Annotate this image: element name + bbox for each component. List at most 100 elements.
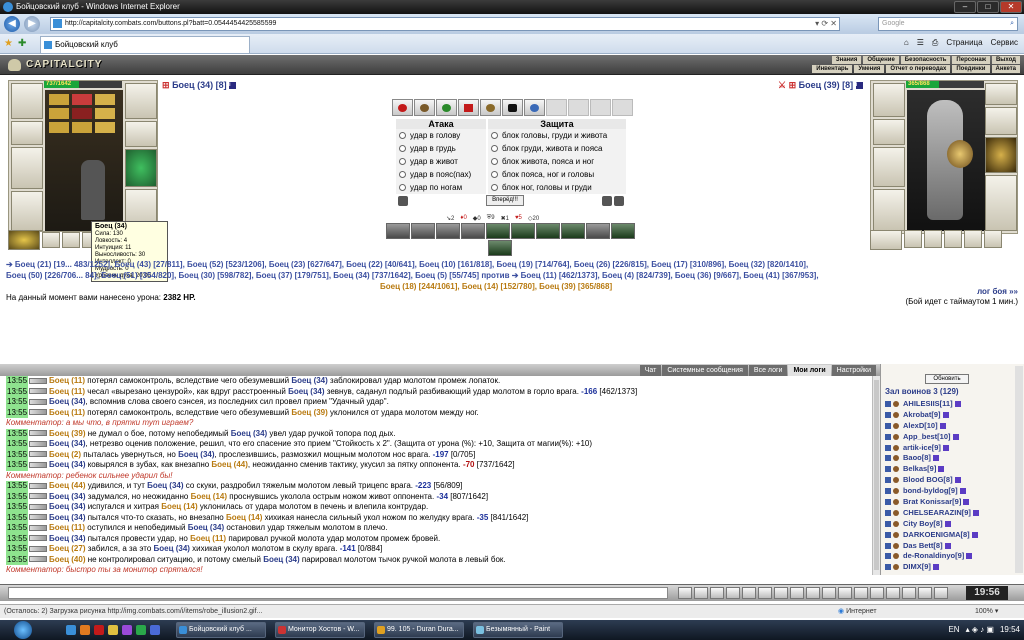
trick-slot[interactable]	[488, 240, 512, 256]
user-name[interactable]: Belkas[9]	[903, 464, 936, 473]
user-name[interactable]: CHELSEARAZIN[9]	[903, 508, 971, 517]
left-arrow-icon[interactable]	[398, 196, 408, 206]
quick-slot[interactable]	[904, 230, 922, 248]
belt-slot[interactable]	[870, 230, 902, 250]
tools-menu[interactable]: Сервис	[991, 38, 1018, 48]
url-actions[interactable]: ▾ ⟳ ✕	[815, 18, 837, 30]
tab-chat[interactable]: Чат	[639, 365, 662, 376]
fighter-link[interactable]: Боец (34)	[49, 397, 85, 406]
task-host-monitor[interactable]: Монитор Хостов - W...	[275, 622, 365, 638]
chat-input[interactable]	[8, 587, 668, 599]
tab-settings[interactable]: Настройки	[831, 365, 876, 376]
feeds-icon[interactable]: ☰	[917, 38, 924, 48]
search-field[interactable]: Google ⌕	[878, 17, 1018, 31]
fighter-link[interactable]: Боец (39)	[291, 408, 327, 417]
private-chat-icon[interactable]	[885, 422, 891, 429]
print-icon[interactable]: ⎙	[932, 38, 938, 48]
friends-icon[interactable]	[774, 587, 788, 599]
fighter-link[interactable]: Боец (34)	[49, 534, 85, 543]
fighter-link[interactable]: Боец (14)	[191, 492, 227, 501]
swap-weapon-button[interactable]	[414, 99, 435, 116]
info-icon[interactable]	[952, 433, 959, 440]
user-name[interactable]: Blood BOG[8]	[903, 475, 953, 484]
lock-icon[interactable]	[918, 587, 932, 599]
scroll-icon[interactable]	[822, 587, 836, 599]
fighter-link[interactable]: Боец (34)	[49, 502, 85, 511]
private-chat-icon[interactable]	[885, 401, 891, 407]
user-name[interactable]: DARKOENIGMA[8]	[903, 530, 970, 539]
user-name[interactable]: DIMX[9]	[903, 562, 931, 571]
private-chat-icon[interactable]	[885, 411, 891, 418]
menu-character[interactable]: Персонаж	[952, 56, 990, 64]
task-paint[interactable]: Безымянный - Paint	[473, 622, 563, 638]
menu-inventory[interactable]: Инвентарь	[812, 65, 853, 73]
fighter-link[interactable]: Боец (11)	[49, 408, 85, 417]
users-scrollbar[interactable]	[1015, 366, 1023, 573]
browser-tab[interactable]: Бойцовский клуб	[40, 36, 250, 53]
private-chat-icon[interactable]	[885, 466, 891, 473]
quick-slot[interactable]	[62, 232, 80, 248]
trick-slot[interactable]	[536, 223, 560, 239]
cancel-target-button[interactable]	[458, 99, 479, 116]
trick-slot[interactable]	[486, 223, 510, 239]
private-chat-icon[interactable]	[885, 553, 891, 560]
private-chat-icon[interactable]	[885, 499, 891, 506]
back-button[interactable]: ◀	[4, 16, 20, 32]
fighter-link[interactable]: Боец (34)	[49, 439, 85, 448]
fighter-link[interactable]: Боец (39)	[49, 429, 85, 438]
look-button[interactable]	[524, 99, 545, 116]
weapon-slot[interactable]	[873, 147, 905, 187]
empty-button[interactable]	[612, 99, 633, 116]
earrings-slot[interactable]	[985, 83, 1017, 105]
heart-button[interactable]	[392, 99, 413, 116]
info-icon[interactable]	[963, 499, 970, 506]
fighter-link[interactable]: Боец (34)	[231, 429, 267, 438]
info-icon[interactable]	[938, 466, 945, 473]
opera-icon[interactable]	[94, 625, 104, 635]
user-list-item[interactable]: Akrobat[9]	[885, 410, 1015, 421]
fighter-link[interactable]: Боец (34)	[178, 450, 214, 459]
user-list-item[interactable]: AHILESIIS[11]	[885, 399, 1015, 410]
home-icon[interactable]: ⌂	[904, 38, 909, 48]
info-icon[interactable]	[971, 531, 978, 538]
folder-icon[interactable]	[108, 625, 118, 635]
sunglasses-button[interactable]	[502, 99, 523, 116]
attack-stomach[interactable]: удар в живот	[396, 155, 486, 168]
trick-slot[interactable]	[411, 223, 435, 239]
bracers-slot[interactable]	[873, 119, 905, 145]
private-chat-icon[interactable]	[885, 531, 891, 538]
user-name[interactable]: artik-ice[9]	[903, 443, 941, 452]
battle-log-link[interactable]: лог боя »»	[977, 287, 1018, 296]
private-chat-icon[interactable]	[885, 477, 891, 484]
close-button[interactable]: ✕	[1000, 1, 1022, 13]
helmet-slot[interactable]	[873, 83, 905, 117]
info-icon[interactable]	[933, 455, 940, 462]
attack-head[interactable]: удар в голову	[396, 129, 486, 142]
maximize-button[interactable]: □	[977, 1, 999, 13]
user-list-item[interactable]: Brat Konissar[9]	[885, 497, 1015, 508]
quick-slot[interactable]	[944, 230, 962, 248]
translit-icon[interactable]	[742, 587, 756, 599]
refresh-button[interactable]: Обновить	[925, 374, 969, 384]
gloves-slot[interactable]	[125, 121, 157, 147]
menu-transfer-report[interactable]: Отчет о переводах	[886, 65, 951, 73]
favorites-star-icon[interactable]: ★	[4, 38, 13, 49]
tray-icons[interactable]: ▴ ◈ ♪ ▣	[966, 620, 994, 640]
info-icon[interactable]	[942, 411, 949, 418]
book-icon[interactable]	[854, 587, 868, 599]
private-chat-icon[interactable]	[885, 520, 891, 527]
user-name[interactable]: Akrobat[9]	[903, 410, 941, 419]
private-chat-icon[interactable]	[885, 444, 891, 451]
tab-my-logs[interactable]: Мои логи	[788, 365, 831, 376]
zoom-level[interactable]: 100% ▾	[975, 605, 998, 618]
firefox-icon[interactable]	[80, 625, 90, 635]
fighter-link[interactable]: Боец (34)	[49, 460, 85, 469]
minimize-button[interactable]: –	[954, 1, 976, 13]
fighter-link[interactable]: Боец (11)	[49, 523, 85, 532]
user-name[interactable]: App_best[10]	[903, 432, 951, 441]
filter-icon[interactable]	[710, 587, 724, 599]
user-name[interactable]: bond-byldog[9]	[903, 486, 958, 495]
exit-icon[interactable]	[902, 587, 916, 599]
fighter-link[interactable]: Боец (34)	[288, 387, 324, 396]
empty-button[interactable]	[590, 99, 611, 116]
